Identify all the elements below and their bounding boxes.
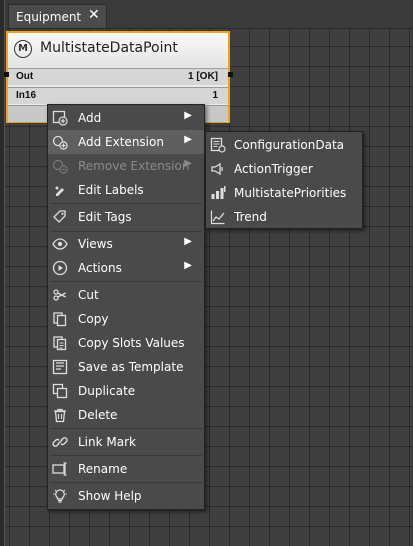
submenu-arrow-icon: ▶	[184, 158, 192, 169]
tab-title: Equipment	[16, 10, 82, 24]
delete-icon	[54, 408, 66, 423]
remove-extension-icon	[52, 159, 68, 174]
menu-item-label: Copy	[78, 312, 109, 326]
submenu-item-label: ActionTrigger	[234, 162, 313, 176]
menu-separator	[50, 281, 202, 282]
configuration-data-icon	[210, 137, 226, 153]
tab-equipment[interactable]: Equipment ✕	[8, 4, 107, 28]
action-trigger-icon	[211, 162, 223, 176]
duplicate-icon	[52, 383, 68, 399]
menu-separator	[50, 203, 202, 204]
menu-separator	[50, 482, 202, 483]
context-menu: Add ▶ Add Extension ▶ Remove Extension ▶…	[47, 104, 205, 510]
slot-name: Out	[16, 71, 34, 82]
submenu-item-label: Trend	[234, 210, 267, 224]
menu-item-add-extension[interactable]: Add Extension ▶	[48, 130, 204, 154]
lightbulb-icon	[53, 489, 67, 503]
menu-item-delete[interactable]: Delete	[48, 403, 204, 427]
submenu-item-label: MultistatePriorities	[234, 186, 347, 200]
menu-item-edit-tags[interactable]: Edit Tags	[48, 205, 204, 229]
menu-item-label: Duplicate	[78, 384, 136, 398]
menu-item-duplicate[interactable]: Duplicate	[48, 379, 204, 403]
submenu-arrow-icon: ▶	[184, 110, 192, 121]
menu-item-rename[interactable]: Rename	[48, 457, 204, 481]
add-icon	[52, 110, 68, 126]
menu-item-label: Remove Extension	[78, 159, 190, 173]
menu-item-save-as-template[interactable]: Save as Template	[48, 355, 204, 379]
slot-value: 1 [OK]	[188, 71, 218, 82]
menu-item-views[interactable]: Views ▶	[48, 232, 204, 256]
multistate-priorities-icon	[211, 186, 226, 199]
menu-item-label: Copy Slots Values	[78, 336, 185, 350]
left-edge	[0, 0, 5, 546]
menu-item-label: Show Help	[78, 489, 142, 503]
submenu-arrow-icon: ▶	[184, 260, 192, 271]
views-icon	[52, 238, 68, 250]
add-extension-submenu: ConfigurationData ActionTrigger Multista…	[205, 131, 363, 229]
menu-item-actions[interactable]: Actions ▶	[48, 256, 204, 280]
menu-separator	[50, 428, 202, 429]
submenu-item-action-trigger[interactable]: ActionTrigger	[206, 157, 362, 181]
cut-icon	[53, 289, 66, 301]
menu-item-label: Cut	[78, 288, 99, 302]
save-as-template-icon	[52, 359, 68, 375]
copy-icon	[53, 312, 67, 327]
slot-name: In16	[16, 90, 37, 101]
menu-item-add[interactable]: Add ▶	[48, 106, 204, 130]
submenu-item-label: ConfigurationData	[234, 138, 345, 152]
copy-slots-values-icon	[53, 336, 67, 351]
submenu-arrow-icon: ▶	[184, 236, 192, 247]
output-port[interactable]	[228, 72, 233, 77]
menu-item-remove-extension[interactable]: Remove Extension ▶	[48, 154, 204, 178]
trend-icon	[210, 210, 225, 225]
edit-tags-icon	[53, 210, 66, 223]
menu-item-copy[interactable]: Copy	[48, 307, 204, 331]
link-mark-icon	[52, 437, 68, 447]
actions-icon	[52, 260, 68, 276]
menu-item-label: Link Mark	[78, 435, 136, 449]
node-title: MultistateDataPoint	[40, 40, 178, 56]
input-port[interactable]	[4, 72, 9, 77]
multistate-icon: M	[14, 40, 32, 58]
slot-row[interactable]: Out 1 [OK]	[8, 68, 228, 85]
menu-item-label: Edit Labels	[78, 183, 144, 197]
close-icon[interactable]: ✕	[88, 7, 100, 23]
menu-item-cut[interactable]: Cut	[48, 283, 204, 307]
menu-item-label: Delete	[78, 408, 118, 422]
menu-item-label: Add Extension	[78, 135, 164, 149]
menu-item-label: Add	[78, 111, 102, 125]
node-header: M MultistateDataPoint	[8, 33, 228, 67]
menu-item-label: Save as Template	[78, 360, 184, 374]
rename-icon	[52, 462, 67, 476]
submenu-item-configuration-data[interactable]: ConfigurationData	[206, 133, 362, 157]
menu-item-label: Views	[78, 237, 113, 251]
menu-item-show-help[interactable]: Show Help	[48, 484, 204, 508]
menu-separator	[50, 455, 202, 456]
submenu-item-multistate-priorities[interactable]: MultistatePriorities	[206, 181, 362, 205]
menu-item-copy-slots-values[interactable]: Copy Slots Values	[48, 331, 204, 355]
slot-row[interactable]: In16 1	[8, 87, 228, 104]
edit-labels-icon	[55, 186, 64, 196]
add-extension-icon	[52, 135, 68, 150]
menu-item-link-mark[interactable]: Link Mark	[48, 430, 204, 454]
menu-item-label: Edit Tags	[78, 210, 132, 224]
menu-item-label: Actions	[78, 261, 122, 275]
submenu-item-trend[interactable]: Trend	[206, 205, 362, 229]
slot-value: 1	[212, 90, 218, 101]
submenu-arrow-icon: ▶	[184, 134, 192, 145]
menu-item-edit-labels[interactable]: Edit Labels	[48, 178, 204, 202]
menu-item-label: Rename	[78, 462, 128, 476]
